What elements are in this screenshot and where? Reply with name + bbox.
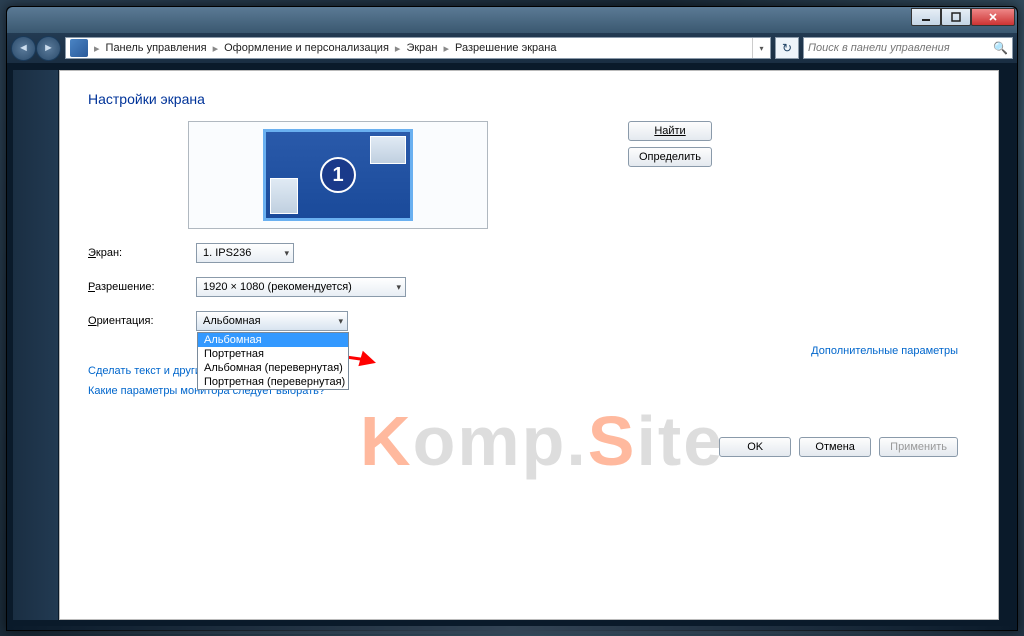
breadcrumb-sep: ▸	[393, 42, 403, 55]
breadcrumb-sep: ▸	[92, 42, 102, 55]
watermark: Komp.Site	[360, 401, 724, 481]
minimize-button[interactable]	[911, 8, 941, 26]
cancel-button[interactable]: Отмена	[799, 437, 871, 457]
monitor-thumbnail[interactable]: 1	[263, 129, 413, 221]
orientation-option[interactable]: Альбомная	[198, 333, 348, 347]
search-icon: 🔍	[993, 41, 1008, 55]
back-button[interactable]: ◄	[11, 36, 36, 61]
forward-icon: ►	[43, 42, 54, 54]
screen-label: Экран:	[88, 247, 196, 259]
monitor-preview-row: 1 Найти Определить	[88, 121, 970, 229]
window-controls	[911, 7, 1015, 26]
breadcrumb-sep: ▸	[211, 42, 221, 55]
orientation-label: Ориентация:	[88, 315, 196, 327]
maximize-icon	[951, 12, 961, 22]
watermark-letter: omp.	[413, 402, 588, 480]
left-nav-strip	[13, 70, 58, 620]
orientation-option[interactable]: Альбомная (перевернутая)	[198, 361, 348, 375]
dialog-buttons: OK Отмена Применить	[719, 437, 958, 457]
additional-params-link[interactable]: Дополнительные параметры	[811, 345, 958, 357]
search-box[interactable]: 🔍	[803, 37, 1013, 59]
refresh-button[interactable]: ↻	[775, 37, 799, 59]
breadcrumb-item[interactable]: Экран	[402, 42, 441, 54]
resolution-combo-value: 1920 × 1080 (рекомендуется)	[203, 281, 352, 293]
refresh-icon: ↻	[782, 41, 792, 55]
breadcrumb-item[interactable]: Разрешение экрана	[451, 42, 560, 54]
orientation-combo-value: Альбомная	[203, 315, 261, 327]
additional-params-link-row: Дополнительные параметры	[811, 345, 958, 357]
forward-button[interactable]: ►	[36, 36, 61, 61]
monitor-number: 1	[320, 157, 356, 193]
detect-button[interactable]: Определить	[628, 147, 712, 167]
breadcrumb-item[interactable]: Панель управления	[102, 42, 211, 54]
resolution-combo[interactable]: 1920 × 1080 (рекомендуется)	[196, 277, 406, 297]
search-input[interactable]	[808, 42, 1008, 54]
preview-side-buttons: Найти Определить	[628, 121, 712, 167]
screen-combo[interactable]: 1. IPS236	[196, 243, 294, 263]
breadcrumb-sep: ▸	[441, 42, 451, 55]
breadcrumb-bar[interactable]: ▸ Панель управления ▸ Оформление и персо…	[65, 37, 771, 59]
orientation-dropdown: Альбомная Портретная Альбомная (переверн…	[197, 332, 349, 390]
watermark-letter: ite	[636, 402, 724, 480]
nav-arrows: ◄ ►	[11, 36, 61, 61]
monitor-preview-box[interactable]: 1	[188, 121, 488, 229]
control-panel-icon	[70, 39, 88, 57]
orientation-option[interactable]: Портретная	[198, 347, 348, 361]
page-title: Настройки экрана	[88, 91, 970, 107]
breadcrumb-dropdown-button[interactable]: ▾	[752, 38, 770, 58]
apply-button[interactable]: Применить	[879, 437, 958, 457]
maximize-button[interactable]	[941, 8, 971, 26]
text-size-link[interactable]: Сделать текст и другие	[88, 365, 207, 377]
preview-window-icon	[270, 178, 298, 214]
minimize-icon	[921, 12, 931, 22]
content-pane: Настройки экрана 1 Найти Определить Экра…	[59, 70, 999, 620]
titlebar	[7, 7, 1017, 33]
watermark-letter: K	[360, 402, 413, 480]
orientation-option[interactable]: Портретная (перевернутая)	[198, 375, 348, 389]
preview-window-icon	[370, 136, 406, 164]
explorer-window: ◄ ► ▸ Панель управления ▸ Оформление и п…	[6, 6, 1018, 631]
resolution-label: Разрешение:	[88, 281, 196, 293]
taskbar-shadow	[6, 626, 1018, 634]
resolution-row: Разрешение: 1920 × 1080 (рекомендуется)	[88, 277, 970, 297]
navbar: ◄ ► ▸ Панель управления ▸ Оформление и п…	[7, 33, 1017, 63]
close-icon	[988, 12, 998, 22]
close-button[interactable]	[971, 8, 1015, 26]
orientation-combo[interactable]: Альбомная Альбомная Портретная Альбомная…	[196, 311, 348, 331]
back-icon: ◄	[18, 42, 29, 54]
breadcrumb-item[interactable]: Оформление и персонализация	[220, 42, 393, 54]
orientation-row: Ориентация: Альбомная Альбомная Портретн…	[88, 311, 970, 331]
watermark-letter: S	[588, 402, 637, 480]
screen-row: Экран: 1. IPS236	[88, 243, 970, 263]
find-button[interactable]: Найти	[628, 121, 712, 141]
screen-combo-value: 1. IPS236	[203, 247, 251, 259]
ok-button[interactable]: OK	[719, 437, 791, 457]
